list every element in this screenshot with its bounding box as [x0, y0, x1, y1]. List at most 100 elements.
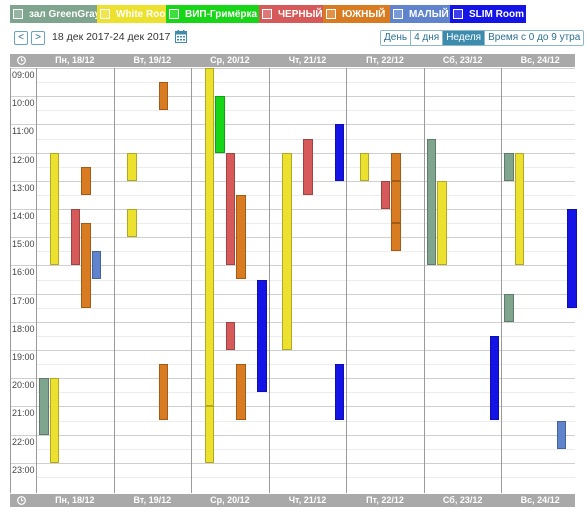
booking-block[interactable] [437, 180, 447, 266]
day-header-bar: Пн, 18/12 Вт, 19/12 Ср, 20/12 Чт, 21/12 Пт, … [10, 54, 575, 67]
booking-block[interactable] [81, 223, 91, 308]
day-separator [501, 68, 503, 493]
day-separator [268, 68, 270, 493]
half-hour-line [36, 279, 575, 281]
booking-block[interactable] [225, 152, 236, 266]
booking-block[interactable] [380, 180, 391, 209]
room-label: White Room [116, 8, 166, 20]
prev-week-button[interactable]: < [14, 31, 28, 45]
booking-block[interactable] [359, 152, 370, 181]
booking-block[interactable] [204, 406, 215, 463]
day-label-6[interactable]: Вс, 24/12 [501, 54, 579, 67]
time-label: 11:00 [12, 126, 34, 137]
booking-block[interactable] [39, 378, 49, 435]
hour-line [10, 180, 575, 182]
booking-block[interactable] [303, 138, 313, 195]
booking-block[interactable] [204, 68, 215, 407]
room-checkbox-icon[interactable] [453, 9, 463, 19]
grid-left-border [10, 68, 11, 493]
booking-block[interactable] [391, 180, 401, 224]
calendar-icon[interactable] [175, 30, 187, 46]
booking-block[interactable] [236, 364, 246, 421]
booking-block[interactable] [567, 209, 577, 308]
time-label: 18:00 [12, 323, 35, 334]
hour-line [10, 124, 575, 126]
day-label-2[interactable]: Ср, 20/12 [191, 54, 269, 67]
day-label-4[interactable]: Пт, 22/12 [346, 494, 424, 507]
view-button-1[interactable]: 4 дня [411, 31, 444, 45]
booking-block[interactable] [257, 279, 267, 393]
booking-block[interactable] [282, 152, 292, 350]
room-checkbox-icon[interactable] [262, 9, 272, 19]
time-label: 13:00 [12, 182, 35, 193]
room-checkbox-icon[interactable] [13, 9, 23, 19]
room-checkbox-icon[interactable] [326, 9, 336, 19]
booking-block[interactable] [127, 209, 137, 238]
booking-block[interactable] [391, 152, 401, 181]
day-label-1[interactable]: Вт, 19/12 [114, 494, 192, 507]
room-filter-5[interactable]: МАЛЫЙ [390, 5, 450, 23]
room-label: SLIM Room [469, 8, 524, 20]
room-filter-2[interactable]: ВИП-Гримёрка [166, 5, 259, 23]
room-checkbox-icon[interactable] [100, 9, 110, 19]
day-label-5[interactable]: Сб, 23/12 [424, 494, 502, 507]
time-label: 17:00 [12, 295, 35, 306]
hour-line [10, 321, 575, 323]
view-button-2[interactable]: Неделя [443, 31, 486, 45]
time-label: 19:00 [12, 352, 35, 362]
booking-block[interactable] [236, 194, 246, 280]
booking-block[interactable] [127, 152, 137, 181]
day-label-6[interactable]: Вс, 24/12 [501, 494, 579, 507]
booking-block[interactable] [215, 96, 225, 153]
half-hour-line [36, 448, 575, 450]
half-hour-line [36, 82, 575, 84]
view-switcher: День 4 дня Неделя Время с 0 до 9 утра [380, 30, 585, 46]
booking-block[interactable] [504, 152, 514, 181]
booking-block[interactable] [81, 166, 91, 195]
day-label-0[interactable]: Пн, 18/12 [36, 494, 114, 507]
booking-block[interactable] [426, 138, 437, 266]
day-label-5[interactable]: Сб, 23/12 [424, 54, 502, 67]
room-filter-1[interactable]: White Room [97, 5, 166, 23]
day-label-3[interactable]: Чт, 21/12 [269, 494, 347, 507]
day-label-2[interactable]: Ср, 20/12 [191, 494, 269, 507]
booking-block[interactable] [334, 124, 345, 181]
room-filter-0[interactable]: зал GreenGray [10, 5, 97, 23]
booking-block[interactable] [49, 152, 59, 266]
room-label: МАЛЫЙ [409, 8, 449, 20]
day-label-4[interactable]: Пт, 22/12 [346, 54, 424, 67]
room-checkbox-icon[interactable] [393, 9, 403, 19]
booking-block[interactable] [70, 209, 81, 266]
room-filter-4[interactable]: ЮЖНЫЙ [323, 5, 390, 23]
booking-block[interactable] [158, 364, 169, 421]
day-label-1[interactable]: Вт, 19/12 [114, 54, 192, 67]
clock-icon [17, 56, 26, 68]
booking-block[interactable] [391, 223, 401, 252]
day-label-3[interactable]: Чт, 21/12 [269, 54, 347, 67]
time-label: 14:00 [12, 211, 35, 221]
view-button-0[interactable]: День [381, 31, 412, 45]
booking-block[interactable] [504, 293, 514, 322]
booking-block[interactable] [158, 82, 169, 111]
day-separator [346, 68, 348, 493]
booking-block[interactable] [334, 364, 345, 421]
booking-block[interactable] [49, 378, 59, 463]
booking-block[interactable] [489, 335, 500, 421]
view-button-3[interactable]: Время с 0 до 9 утра [485, 31, 584, 45]
booking-block[interactable] [514, 152, 525, 266]
hour-line [10, 68, 575, 69]
room-checkbox-icon[interactable] [169, 9, 179, 19]
room-label: ЧЕРНЫЙ [278, 8, 323, 20]
booking-block[interactable] [225, 321, 236, 350]
room-filter-3[interactable]: ЧЕРНЫЙ [259, 5, 323, 23]
hour-line [10, 434, 575, 436]
day-separator [36, 68, 37, 493]
hour-line [10, 96, 575, 98]
booking-block[interactable] [91, 251, 102, 280]
day-label-0[interactable]: Пн, 18/12 [36, 54, 114, 67]
next-week-button[interactable]: > [31, 31, 45, 45]
booking-block[interactable] [556, 420, 567, 449]
room-filter-6[interactable]: SLIM Room [450, 5, 526, 23]
room-label: зал GreenGray [29, 8, 97, 20]
date-range-label: 18 дек 2017-24 дек 2017 [52, 31, 171, 43]
